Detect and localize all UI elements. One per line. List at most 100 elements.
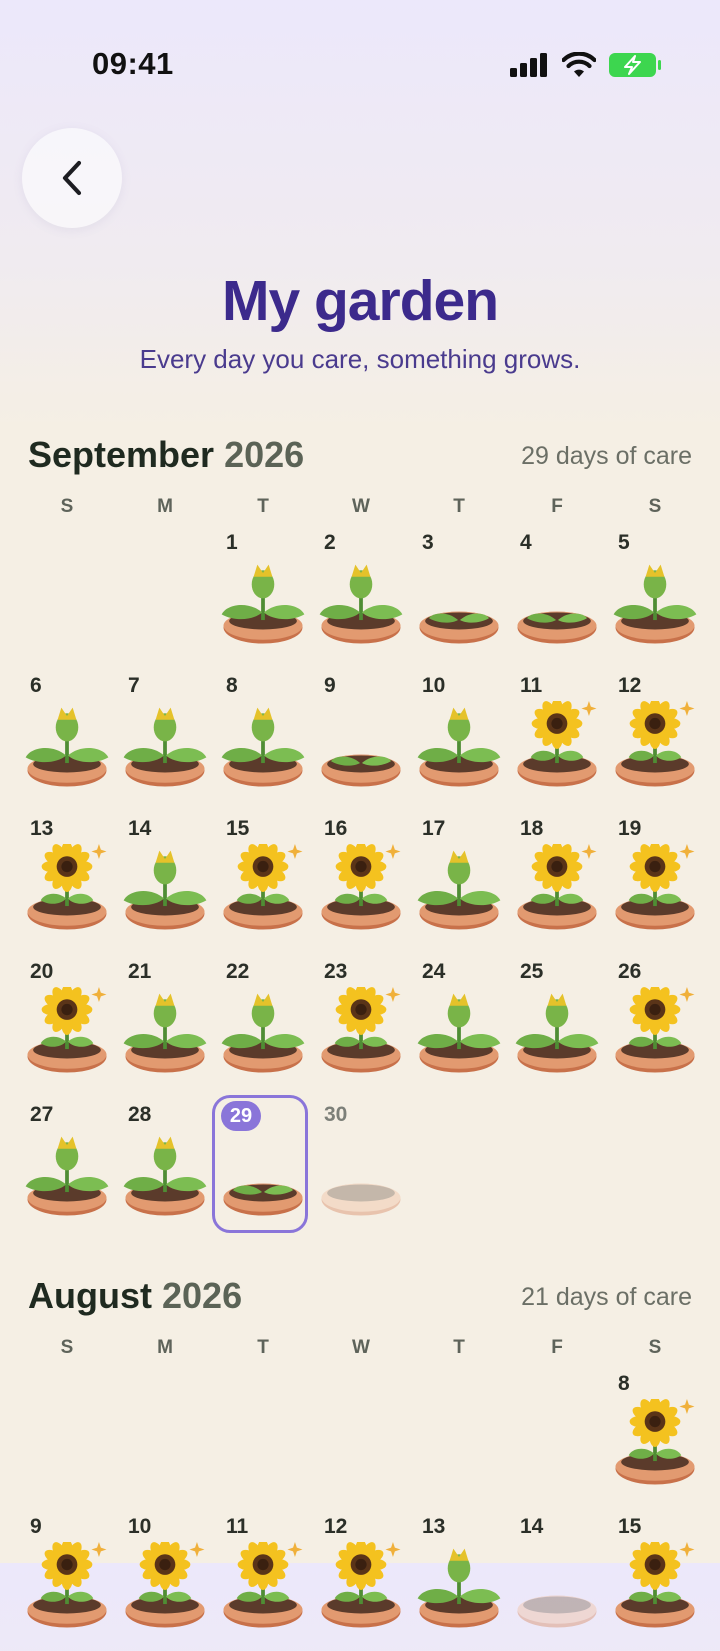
calendar-day[interactable]: 9 (312, 667, 410, 810)
day-number: 21 (128, 960, 152, 983)
sunflower-pot-icon (216, 841, 310, 938)
weekday-label: T (257, 496, 269, 517)
sprout-pot-icon (314, 701, 408, 795)
month-year: 2026 (224, 434, 305, 475)
calendar-day[interactable]: 11 (508, 667, 606, 810)
weekday-label: F (551, 496, 563, 517)
cellular-signal-icon (510, 53, 547, 77)
calendar-day[interactable]: 24 (410, 953, 508, 1096)
day-number: 24 (422, 960, 446, 983)
calendar-day[interactable]: 18 (508, 810, 606, 953)
page-title: My garden (221, 269, 499, 333)
day-number: 30 (324, 1103, 348, 1126)
calendar-day[interactable]: 15 (606, 1508, 704, 1651)
day-number: 16 (324, 817, 348, 840)
day-number: 10 (128, 1515, 152, 1538)
sunflower-pot-icon (20, 841, 114, 938)
calendar-day[interactable]: 12 (312, 1508, 410, 1651)
sunflower-bud-pot-icon (412, 844, 506, 938)
day-number: 15 (618, 1515, 642, 1538)
day-number: 22 (226, 960, 250, 983)
calendar-day[interactable]: 14 (116, 810, 214, 953)
sunflower-pot-icon (118, 1539, 212, 1636)
sprout-pot-icon (510, 558, 604, 652)
day-number: 7 (128, 674, 140, 697)
calendar-day[interactable]: 29 (212, 1095, 312, 1239)
sunflower-bud-pot-icon (314, 558, 408, 652)
weekday-label: W (352, 1337, 370, 1358)
calendar-day[interactable]: 13 (410, 1508, 508, 1651)
day-number: 5 (618, 531, 630, 554)
sunflower-pot-icon (20, 1539, 114, 1636)
calendar-day[interactable]: 21 (116, 953, 214, 1096)
sunflower-pot-icon (608, 698, 702, 795)
calendar-day[interactable]: 5 (606, 524, 704, 667)
calendar-day[interactable]: 19 (606, 810, 704, 953)
sunflower-pot-icon (510, 698, 604, 795)
month-section-september: September 2026 29 days of care S M T W T… (0, 434, 720, 1254)
battery-charging-icon (609, 53, 661, 77)
calendar-day[interactable]: 12 (606, 667, 704, 810)
calendar-day[interactable]: 1 (214, 524, 312, 667)
day-number: 11 (520, 674, 543, 697)
weekday-label: T (453, 496, 465, 517)
day-number: 9 (30, 1515, 42, 1538)
calendar-day[interactable]: 9 (18, 1508, 116, 1651)
status-icons (510, 52, 662, 78)
sunflower-bud-pot-icon (118, 844, 212, 938)
calendar-day[interactable]: 28 (116, 1096, 214, 1239)
sunflower-bud-pot-icon (118, 987, 212, 1081)
day-number: 26 (618, 960, 642, 983)
calendar-day[interactable]: 27 (18, 1096, 116, 1239)
calendar-day[interactable]: 4 (508, 524, 606, 667)
sunflower-pot-icon (608, 1396, 702, 1493)
day-number: 14 (128, 817, 152, 840)
calendar-day[interactable]: 10 (116, 1508, 214, 1651)
sunflower-pot-icon (608, 1539, 702, 1636)
sunflower-pot-icon (314, 1539, 408, 1636)
sunflower-pot-icon (314, 984, 408, 1081)
day-number: 13 (30, 817, 54, 840)
calendar-day[interactable]: 20 (18, 953, 116, 1096)
month-year: 2026 (162, 1275, 243, 1316)
sprout-pot-icon (216, 1130, 310, 1224)
calendar-day[interactable]: 3 (410, 524, 508, 667)
weekday-label: S (648, 496, 662, 517)
day-number: 14 (520, 1515, 544, 1538)
status-bar: 09:41 (0, 0, 720, 120)
calendar-day[interactable]: 6 (18, 667, 116, 810)
calendar-day[interactable]: 14 (508, 1508, 606, 1651)
day-number: 9 (324, 674, 336, 697)
calendar-day[interactable]: 30 (312, 1096, 410, 1239)
day-number: 6 (30, 674, 42, 697)
sunflower-bud-pot-icon (216, 558, 310, 652)
calendar-day[interactable]: 22 (214, 953, 312, 1096)
calendar-day[interactable]: 26 (606, 953, 704, 1096)
calendar-day[interactable]: 23 (312, 953, 410, 1096)
weekday-header: S M T W T F S (18, 1337, 704, 1367)
calendar-day[interactable]: 16 (312, 810, 410, 953)
back-button[interactable] (22, 128, 122, 228)
calendar-day[interactable]: 17 (410, 810, 508, 953)
calendar-day[interactable]: 2 (312, 524, 410, 667)
month-section-august: August 2026 21 days of care S M T W T F … (0, 1275, 720, 1628)
weekday-label: T (453, 1337, 465, 1358)
sunflower-bud-pot-icon (20, 701, 114, 795)
sunflower-bud-pot-icon (20, 1130, 114, 1224)
day-number: 13 (422, 1515, 446, 1538)
calendar-day[interactable]: 25 (508, 953, 606, 1096)
weekday-label: W (352, 496, 370, 517)
month-name: September (28, 434, 215, 475)
sunflower-bud-pot-icon (510, 987, 604, 1081)
calendar-day[interactable]: 8 (606, 1365, 704, 1508)
calendar-day[interactable]: 7 (116, 667, 214, 810)
calendar-day[interactable]: 13 (18, 810, 116, 953)
calendar-day[interactable]: 8 (214, 667, 312, 810)
calendar-day[interactable]: 10 (410, 667, 508, 810)
month-name: August (28, 1275, 152, 1316)
calendar-day[interactable]: 11 (214, 1508, 312, 1651)
day-number: 12 (618, 674, 642, 697)
sunflower-bud-pot-icon (118, 701, 212, 795)
care-count: 21 days of care (521, 1283, 692, 1311)
calendar-day[interactable]: 15 (214, 810, 312, 953)
